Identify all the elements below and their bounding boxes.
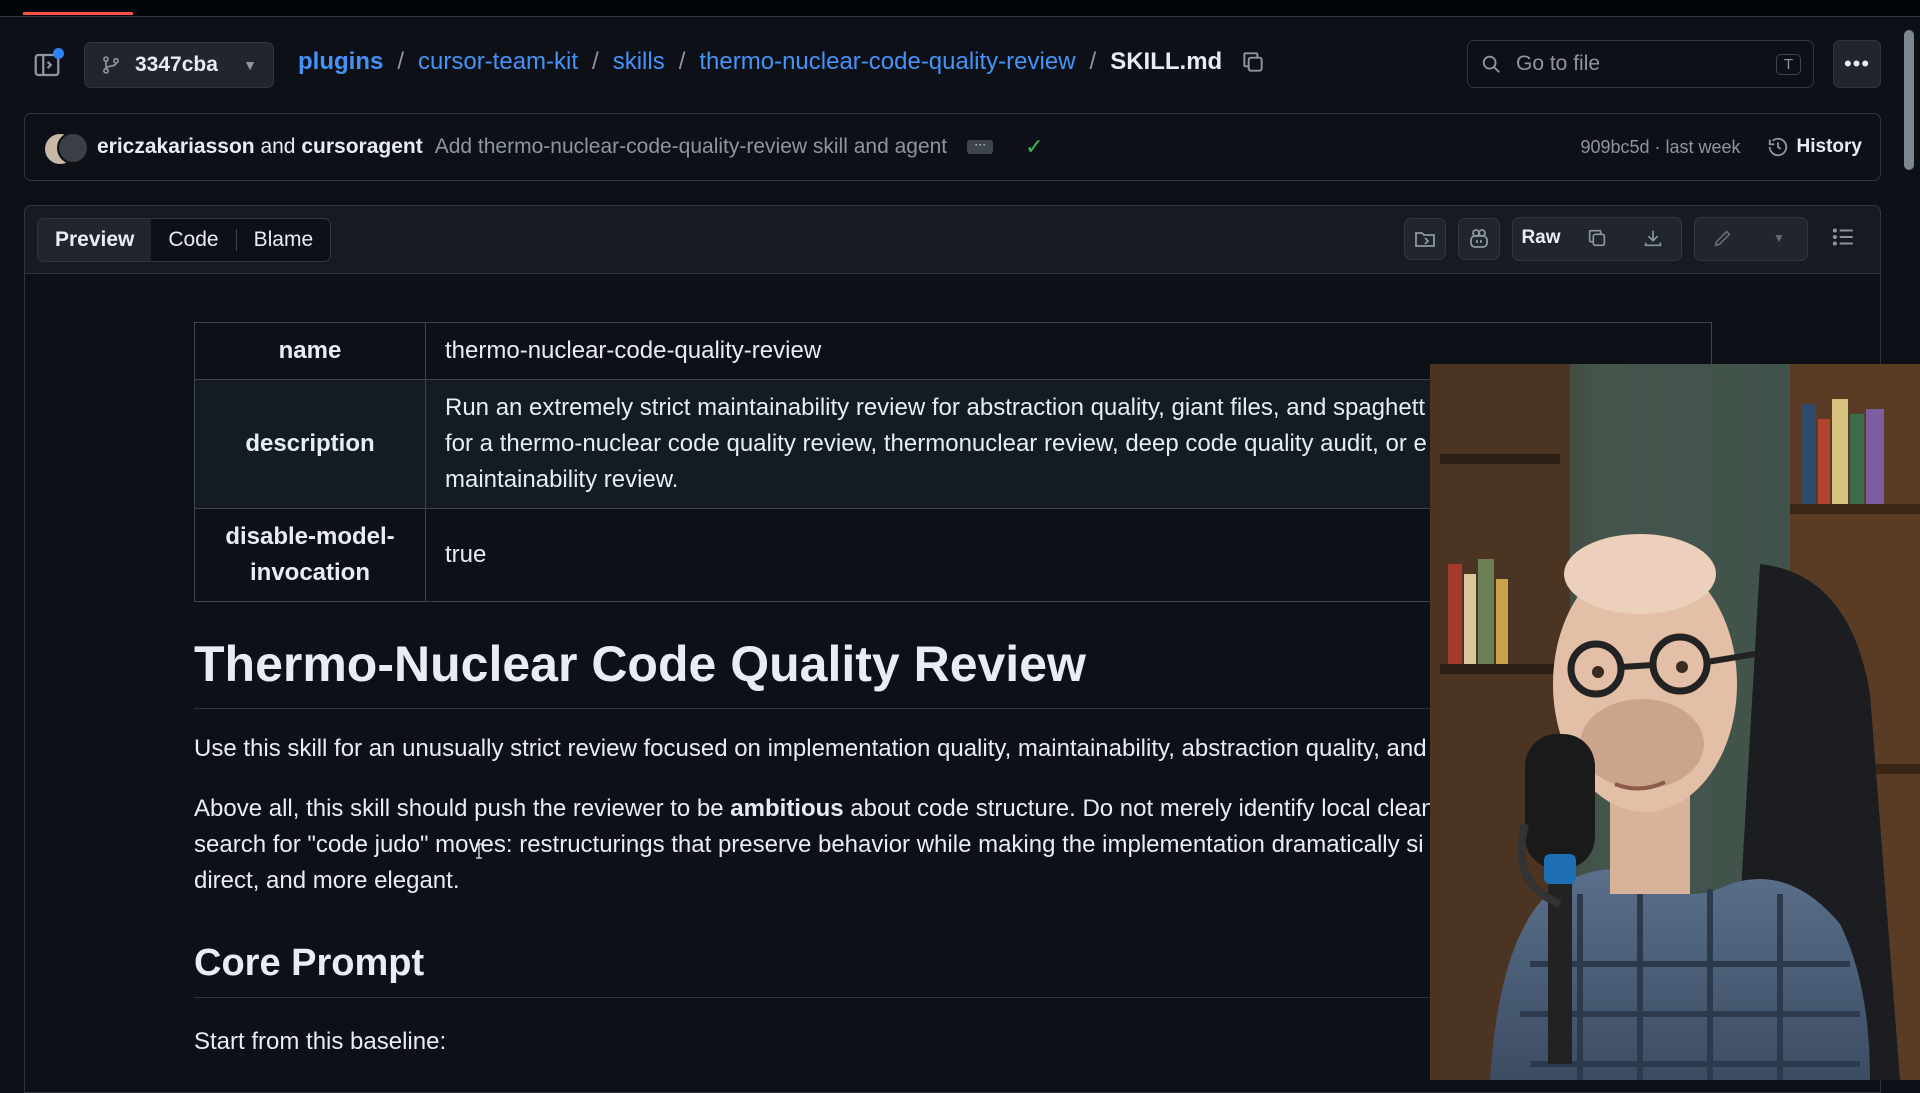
presenter-video-image xyxy=(1430,364,1920,1080)
frontmatter-key: name xyxy=(194,322,426,380)
author-link[interactable]: ericzakariasson xyxy=(97,135,255,158)
copy-icon xyxy=(1588,229,1606,247)
breadcrumb-link-skills[interactable]: skills xyxy=(613,48,665,76)
bold-text: ambitious xyxy=(730,795,844,822)
text-run: Above all, this skill should push the re… xyxy=(194,795,731,822)
frontmatter-key: description xyxy=(194,379,426,509)
text-run: about code structure. Do not merely iden… xyxy=(843,795,1435,822)
breadcrumb-link-skill-folder[interactable]: thermo-nuclear-code-quality-review xyxy=(699,48,1075,76)
open-in-folder-button[interactable] xyxy=(1404,218,1446,260)
raw-button[interactable]: Raw xyxy=(1513,218,1569,258)
copy-path-button[interactable] xyxy=(1240,49,1266,75)
text-cursor-icon xyxy=(476,843,482,859)
copy-raw-button[interactable] xyxy=(1569,218,1625,258)
folder-open-icon xyxy=(1415,232,1435,247)
and-text: and xyxy=(260,135,296,158)
breadcrumb-current-file: SKILL.md xyxy=(1110,48,1223,75)
key-line: invocation xyxy=(249,559,370,586)
avatar xyxy=(57,132,89,164)
branch-selector-button[interactable]: 3347cba ▼ xyxy=(84,42,274,88)
download-button[interactable] xyxy=(1625,218,1681,258)
file-tree-toggle-button[interactable] xyxy=(32,48,64,82)
commit-sha-and-date[interactable]: 909bc5d · last week xyxy=(1580,137,1740,158)
git-branch-icon xyxy=(103,56,119,74)
kebab-horizontal-icon: ••• xyxy=(1843,51,1871,76)
chevron-down-icon: ▼ xyxy=(1773,231,1785,245)
file-view-header: Preview Code Blame Raw ▼ xyxy=(24,205,1881,273)
history-button[interactable]: History xyxy=(1767,136,1862,158)
file-actions-toolbar: Raw ▼ xyxy=(1392,217,1856,261)
more-options-button[interactable]: ••• xyxy=(1833,40,1881,88)
notification-dot xyxy=(53,48,64,59)
tab-blame[interactable]: Blame xyxy=(237,219,331,261)
check-status-icon[interactable]: ✓ xyxy=(1025,134,1043,160)
latest-commit-bar: ericzakariasson and cursoragent Add ther… xyxy=(24,113,1881,181)
author-link[interactable]: cursoragent xyxy=(301,135,422,158)
commit-authors: ericzakariasson and cursoragent xyxy=(97,135,423,159)
page-load-progress xyxy=(23,12,133,15)
copilot-button[interactable] xyxy=(1458,218,1500,260)
history-icon xyxy=(1768,137,1787,157)
edit-group: ▼ xyxy=(1694,217,1808,261)
view-mode-tabs: Preview Code Blame xyxy=(37,218,332,262)
webcam-overlay xyxy=(1430,364,1920,1080)
chevron-down-icon: ▼ xyxy=(243,57,257,73)
commit-message-link[interactable]: Add thermo-nuclear-code-quality-review s… xyxy=(435,135,947,159)
vertical-scrollbar[interactable] xyxy=(1904,30,1914,170)
go-to-file-input[interactable]: Go to file T xyxy=(1467,40,1814,88)
expand-commit-message-button[interactable]: ··· xyxy=(967,138,994,154)
tab-preview[interactable]: Preview xyxy=(38,219,152,261)
edit-file-button[interactable] xyxy=(1695,218,1751,258)
copilot-icon xyxy=(1470,229,1488,248)
breadcrumb-separator: / xyxy=(678,48,686,75)
outline-button[interactable] xyxy=(1830,224,1856,255)
breadcrumb-link-cursor-team-kit[interactable]: cursor-team-kit xyxy=(418,48,578,76)
raw-copy-download-group: Raw xyxy=(1512,217,1682,261)
download-icon xyxy=(1644,230,1662,247)
keyboard-shortcut-badge: T xyxy=(1775,53,1801,75)
file-navigation-row: 3347cba ▼ plugins / cursor-team-kit / sk… xyxy=(0,36,1900,96)
key-line: disable-model- xyxy=(225,523,395,550)
go-to-file-placeholder: Go to file xyxy=(1516,52,1601,75)
frontmatter-key: disable-model- invocation xyxy=(194,508,426,602)
breadcrumb-repo-link[interactable]: plugins xyxy=(298,48,383,76)
branch-name: 3347cba xyxy=(135,53,218,76)
breadcrumb-separator: / xyxy=(592,48,599,75)
breadcrumb: plugins / cursor-team-kit / skills / the… xyxy=(298,48,1266,76)
breadcrumb-separator: / xyxy=(1089,48,1097,75)
tab-code[interactable]: Code xyxy=(151,219,235,261)
copy-icon xyxy=(1243,52,1263,72)
list-unordered-icon xyxy=(1832,227,1853,246)
search-icon xyxy=(1482,55,1500,73)
edit-options-dropdown[interactable]: ▼ xyxy=(1751,218,1807,258)
history-label: History xyxy=(1796,136,1862,157)
breadcrumb-separator: / xyxy=(397,48,404,75)
pencil-icon xyxy=(1714,230,1731,247)
top-header-strip xyxy=(0,0,1920,17)
author-avatars[interactable] xyxy=(43,130,89,166)
